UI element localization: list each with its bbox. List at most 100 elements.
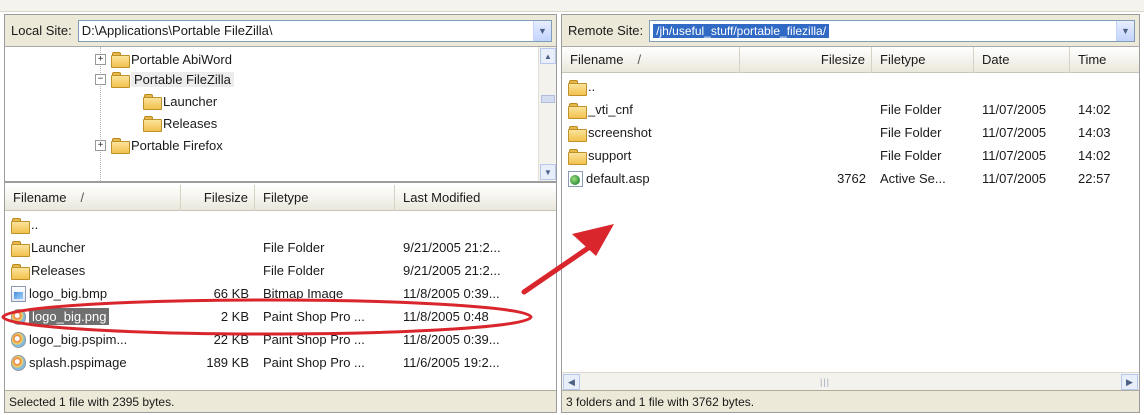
- remote-site-pane: Remote Site: /jh/useful_stuff/portable_f…: [561, 14, 1140, 413]
- cell-modified: 11/6/2005 19:2...: [395, 351, 556, 374]
- scrollbar-thumb[interactable]: [541, 95, 555, 103]
- folder-icon: [111, 52, 130, 68]
- cell-time: 14:02: [1070, 98, 1139, 121]
- collapse-icon[interactable]: −: [95, 73, 106, 85]
- file-row[interactable]: Releases File Folder 9/21/2005 21:2...: [5, 259, 556, 282]
- local-col-filetype[interactable]: Filetype: [255, 184, 395, 211]
- col-label: Time: [1078, 52, 1107, 67]
- cell-text: File Folder: [263, 240, 325, 255]
- file-row[interactable]: splash.pspimage 189 KB Paint Shop Pro ... 1…: [5, 351, 556, 374]
- expand-icon[interactable]: +: [95, 139, 106, 151]
- folder-icon: [568, 148, 587, 165]
- cell-type: Active Se...: [872, 167, 974, 190]
- file-row[interactable]: screenshot File Folder 11/07/2005 14:03: [562, 121, 1139, 144]
- cell-text: Active Se...: [880, 171, 946, 186]
- file-row[interactable]: _vti_cnf File Folder 11/07/2005 14:02: [562, 98, 1139, 121]
- cell-type: File Folder: [872, 144, 974, 167]
- local-list-header: Filename / Filesize Filetype Last Modifi…: [5, 184, 556, 211]
- tree-node-label: Portable AbiWord: [131, 51, 232, 67]
- file-row[interactable]: logo_big.pspim... 22 KB Paint Shop Pro ...…: [5, 328, 556, 351]
- scroll-right-icon[interactable]: ▶: [1121, 374, 1138, 390]
- remote-col-time[interactable]: Time: [1070, 47, 1139, 73]
- scroll-left-icon[interactable]: ◀: [563, 374, 580, 390]
- remote-list-header: Filename / Filesize Filetype Date Time: [562, 46, 1139, 73]
- tree-node[interactable]: − Portable FileZilla: [95, 69, 234, 89]
- folder-icon: [11, 240, 30, 257]
- cell-name: Releases: [5, 259, 181, 282]
- expand-icon[interactable]: +: [95, 53, 106, 65]
- cell-name: ..: [562, 75, 740, 98]
- tree-node[interactable]: Launcher: [143, 91, 217, 111]
- local-folder-tree: + Portable AbiWord − Portable FileZilla Laun…: [5, 47, 556, 183]
- remote-col-filesize[interactable]: Filesize: [740, 46, 872, 73]
- file-row[interactable]: support File Folder 11/07/2005 14:02: [562, 144, 1139, 167]
- cell-date: [974, 75, 1070, 98]
- cell-text: Launcher: [31, 240, 86, 255]
- cell-text: logo_big.bmp: [29, 286, 108, 301]
- cell-modified: [395, 213, 556, 236]
- local-path-combobox[interactable]: D:\Applications\Portable FileZilla\ ▼: [77, 19, 552, 42]
- cell-type: Paint Shop Pro ...: [255, 351, 395, 374]
- cell-modified: 9/21/2005 21:2...: [395, 259, 556, 282]
- cell-text: Paint Shop Pro ...: [263, 309, 365, 324]
- cell-time: 14:02: [1070, 144, 1139, 167]
- cell-text: 11/8/2005 0:48: [403, 309, 489, 324]
- col-label: Filesize: [203, 190, 248, 205]
- cell-text: logo_big.png: [29, 308, 110, 325]
- remote-horizontal-scrollbar[interactable]: ◀ ||| ▶: [562, 372, 1139, 390]
- scrollbar-grip-icon[interactable]: |||: [820, 377, 830, 387]
- cell-time: 22:57: [1070, 167, 1139, 190]
- scroll-down-icon[interactable]: ▼: [540, 164, 556, 180]
- cell-text: File Folder: [880, 102, 942, 117]
- tree-vertical-scrollbar[interactable]: ▲ ▼: [538, 47, 556, 181]
- cell-text: 9/21/2005 21:2...: [403, 263, 501, 278]
- cell-text: File Folder: [880, 125, 942, 140]
- remote-col-filename[interactable]: Filename /: [562, 46, 740, 73]
- cell-text: 11/07/2005: [982, 148, 1047, 163]
- folder-up-icon: [11, 217, 30, 234]
- file-row[interactable]: default.asp 3762 Active Se... 11/07/2005 22:…: [562, 167, 1139, 190]
- remote-path-value: /jh/useful_stuff/portable_filezilla/: [653, 23, 830, 38]
- cell-text: 2 KB: [220, 309, 249, 324]
- folder-icon: [568, 102, 587, 119]
- cell-name: support: [562, 144, 740, 167]
- cell-name: logo_big.png: [5, 305, 181, 328]
- cell-modified: 11/8/2005 0:39...: [395, 282, 556, 305]
- file-row[interactable]: ..: [5, 213, 556, 236]
- local-col-modified[interactable]: Last Modified: [395, 185, 556, 211]
- cell-type: [872, 75, 974, 98]
- cell-text: logo_big.pspim...: [29, 332, 128, 347]
- cell-modified: 11/8/2005 0:39...: [395, 328, 556, 351]
- remote-col-date[interactable]: Date: [974, 46, 1070, 73]
- tree-node[interactable]: Releases: [143, 113, 217, 133]
- local-status-text: Selected 1 file with 2395 bytes.: [9, 394, 175, 409]
- local-col-filesize[interactable]: Filesize: [181, 184, 255, 211]
- tree-node-label: Portable FileZilla: [131, 71, 234, 87]
- file-row[interactable]: Launcher File Folder 9/21/2005 21:2...: [5, 236, 556, 259]
- file-row[interactable]: logo_big.png 2 KB Paint Shop Pro ... 11/8/2…: [5, 305, 556, 328]
- chevron-down-icon[interactable]: ▼: [1116, 20, 1134, 41]
- file-row[interactable]: logo_big.bmp 66 KB Bitmap Image 11/8/2005 0…: [5, 282, 556, 305]
- cell-text: 11/07/2005: [982, 171, 1047, 186]
- cell-text: 11/8/2005 0:39...: [403, 286, 500, 301]
- cell-text: ..: [588, 79, 596, 94]
- cell-date: 11/07/2005: [974, 98, 1070, 121]
- cell-size: 66 KB: [181, 282, 255, 305]
- remote-path-combobox[interactable]: /jh/useful_stuff/portable_filezilla/ ▼: [649, 19, 1135, 42]
- chevron-down-icon[interactable]: ▼: [533, 20, 551, 41]
- cell-time: [1070, 75, 1139, 98]
- cell-text: Paint Shop Pro ...: [263, 355, 365, 370]
- paint-shop-pro-file-icon: [11, 331, 26, 348]
- scroll-up-icon[interactable]: ▲: [540, 48, 556, 64]
- cell-size: [740, 75, 872, 98]
- local-col-filename[interactable]: Filename /: [5, 184, 181, 211]
- tree-node[interactable]: + Portable Firefox: [95, 135, 223, 155]
- cell-name: default.asp: [562, 167, 740, 190]
- tree-node[interactable]: + Portable AbiWord: [95, 49, 232, 69]
- sort-indicator: /: [637, 52, 642, 67]
- cell-type: File Folder: [255, 236, 395, 259]
- file-row[interactable]: ..: [562, 75, 1139, 98]
- cell-size: 2 KB: [181, 305, 255, 328]
- remote-col-filetype[interactable]: Filetype: [872, 46, 974, 73]
- cell-text: 66 KB: [213, 286, 249, 301]
